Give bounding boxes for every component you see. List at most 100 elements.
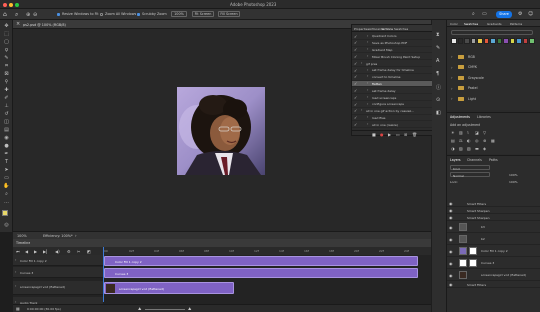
chevron-right-icon[interactable]: › (15, 270, 16, 274)
hand-tool-icon[interactable]: ✋ (3, 184, 10, 189)
swatch[interactable] (451, 38, 457, 44)
check-icon[interactable]: ✓ (354, 54, 357, 59)
tab-channels[interactable]: Channels (467, 158, 482, 162)
layer-row[interactable]: ◉ Smart Filters (447, 200, 540, 207)
stop-icon[interactable]: ■ (372, 132, 376, 137)
share-button[interactable]: Share (496, 10, 512, 18)
expand-icon[interactable]: › (367, 47, 368, 51)
visibility-eye-icon[interactable]: ◉ (449, 201, 453, 206)
tab-adjustments[interactable]: Adjustments (450, 115, 470, 119)
swatch[interactable] (464, 38, 470, 44)
workspace-icon[interactable]: ▭ (482, 11, 487, 17)
check-icon[interactable]: ✓ (354, 34, 357, 39)
check-icon[interactable]: ✓ (354, 115, 357, 120)
timeline-track-label[interactable]: › screencapsgirl vo2 (flattened) (13, 281, 103, 295)
check-icon[interactable]: ✓ (354, 88, 357, 93)
next-frame-icon[interactable]: ▶▏ (43, 249, 49, 254)
expand-icon[interactable]: › (361, 108, 362, 112)
black-white-icon[interactable]: ◐ (467, 138, 471, 143)
check-icon[interactable]: ✓ (354, 68, 357, 73)
crop-tool-icon[interactable]: ⌗ (3, 64, 10, 69)
expand-icon[interactable]: › (367, 115, 368, 119)
check-icon[interactable]: ✓ (354, 81, 357, 86)
document-tab[interactable]: ps2.psd @ 100% (RGB/8) (23, 23, 66, 27)
swatch-folder[interactable]: › Pastel (449, 84, 539, 94)
expand-icon[interactable]: › (367, 34, 368, 38)
blur-tool-icon[interactable]: ◉ (3, 136, 10, 141)
chevron-right-icon[interactable]: › (451, 75, 453, 80)
swatch-folder[interactable]: › Light (449, 94, 539, 104)
photo-filter-icon[interactable]: ◎ (475, 138, 479, 143)
layer-row[interactable]: ◉ b3 (447, 221, 540, 233)
gradient-map-icon[interactable]: ▬ (475, 146, 479, 151)
action-item[interactable]: ✓ › Quadrant Colors (352, 33, 434, 40)
swatch[interactable] (529, 38, 535, 44)
settings-icon[interactable]: ⚙ (518, 11, 522, 17)
expand-icon[interactable]: › (367, 81, 368, 85)
tab-swatches[interactable]: Swatches (464, 22, 478, 26)
expand-icon[interactable]: › (361, 61, 362, 65)
eraser-tool-icon[interactable]: ◫ (3, 120, 10, 125)
healing-brush-tool-icon[interactable]: ✚ (3, 88, 10, 93)
search-icon[interactable]: ⌕ (472, 11, 475, 17)
swatch[interactable] (496, 38, 502, 44)
swatch-folder[interactable]: › Grayscale (449, 73, 539, 83)
action-item[interactable]: ✓ › load screencaps (352, 94, 434, 101)
playhead[interactable] (103, 247, 104, 302)
expand-icon[interactable]: › (367, 88, 368, 92)
audio-icon[interactable]: ◀) (55, 249, 60, 254)
chevron-right-icon[interactable]: › (15, 284, 16, 288)
glyphs-panel-icon[interactable]: ⊙ (436, 97, 440, 103)
invert-icon[interactable]: ◑ (451, 146, 455, 151)
action-item[interactable]: ✓ › Mixer Brush Cloning Paint Setup (352, 53, 434, 61)
visibility-eye-icon[interactable]: ◉ (449, 273, 453, 278)
tab-properties[interactable]: Properties (354, 27, 369, 31)
expand-icon[interactable]: › (367, 54, 368, 58)
document-canvas-image[interactable] (177, 87, 265, 175)
zoom-value-field[interactable]: 100% (171, 11, 187, 17)
dodge-tool-icon[interactable]: ● (3, 144, 10, 149)
history-panel-icon[interactable]: ⧗ (436, 32, 440, 38)
home-icon[interactable]: ⌂ (3, 11, 7, 18)
visibility-eye-icon[interactable]: ◉ (449, 215, 453, 220)
more-tools-icon[interactable]: … (3, 200, 10, 205)
action-item[interactable]: ✓ › all in one gif action by cassiez... (352, 108, 434, 115)
layer-row[interactable]: ◉ Smart Filters (447, 281, 540, 288)
info-panel-icon[interactable]: ⓘ (436, 84, 441, 91)
check-icon[interactable]: ✓ (354, 40, 357, 45)
expand-icon[interactable]: › (367, 122, 368, 126)
check-icon[interactable]: ✓ (354, 122, 357, 127)
close-window-button[interactable] (3, 2, 7, 7)
brush-tool-icon[interactable]: ✐ (3, 96, 10, 101)
vibrance-icon[interactable]: ▽ (483, 130, 486, 135)
quick-mask-icon[interactable]: ◎ (3, 223, 10, 228)
posterize-icon[interactable]: ▨ (459, 146, 463, 151)
layer-row[interactable]: ◉ screencapsgirl vo2 (flattened) (447, 269, 540, 281)
swatch[interactable] (483, 38, 489, 44)
brush-panel-icon[interactable]: ✎ (436, 45, 440, 51)
visibility-eye-icon[interactable]: ◉ (449, 282, 453, 287)
action-item[interactable]: ✓ › convert to timeline (352, 74, 434, 81)
timeline-ruler[interactable]: 00 02f 04f 06f 08f 10f 12f 14f 16f 18f 20f 22f 24f (103, 247, 431, 255)
minimize-window-button[interactable] (9, 2, 13, 7)
channel-mixer-icon[interactable]: ⊛ (483, 138, 486, 143)
first-frame-icon[interactable]: ⏮ (16, 249, 20, 254)
check-icon[interactable]: ✓ (354, 102, 357, 107)
check-icon[interactable]: ✓ (354, 95, 357, 100)
threshold-icon[interactable]: ▧ (467, 146, 471, 151)
swatch[interactable] (516, 38, 522, 44)
transition-icon[interactable]: ◩ (87, 249, 91, 254)
settings-cog-icon[interactable]: ⚙ (67, 249, 71, 254)
expand-icon[interactable]: › (367, 40, 368, 44)
timeline-clip[interactable]: screencapsgirl vo2 (flattened) (104, 282, 234, 294)
layer-row[interactable]: ◉ Smart Sharpen (447, 207, 540, 214)
chevron-right-icon[interactable]: › (451, 65, 453, 70)
check-icon[interactable]: ✓ (354, 74, 357, 79)
lasso-tool-icon[interactable]: ϙ (3, 48, 10, 53)
record-icon[interactable]: ● (380, 132, 384, 137)
expand-icon[interactable]: › (367, 95, 368, 99)
resize-windows-checkbox[interactable] (57, 12, 60, 16)
action-item[interactable]: ✓ › set frame delay (352, 87, 434, 95)
brightness-icon[interactable]: ☀ (451, 130, 455, 135)
fit-screen-button[interactable]: Fit Screen (192, 11, 214, 17)
